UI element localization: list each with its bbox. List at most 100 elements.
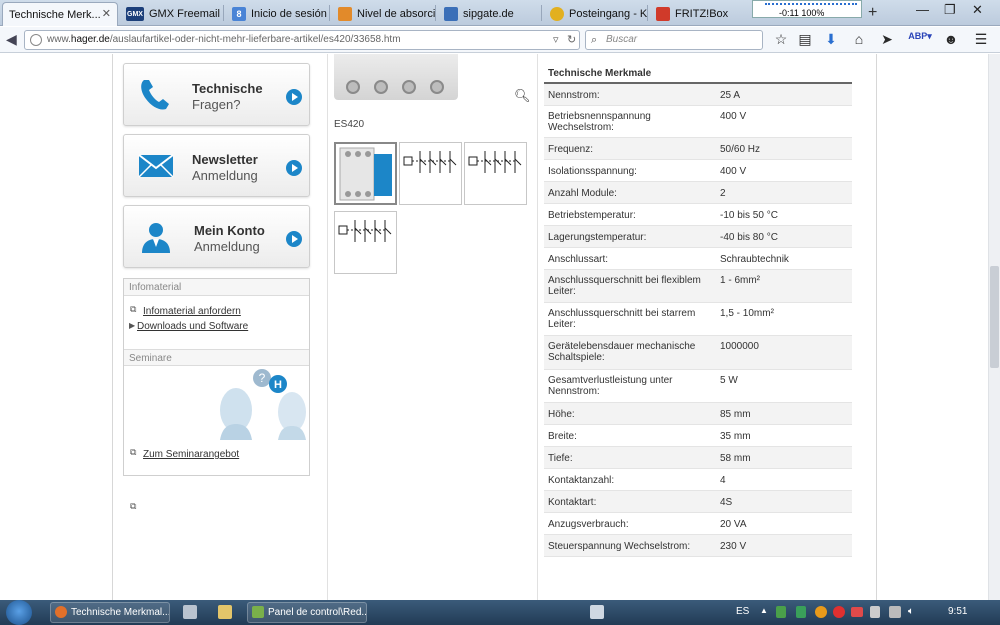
- gmx-icon: GMX: [126, 7, 144, 21]
- tray-network-icon[interactable]: [889, 606, 901, 618]
- column-divider: [537, 54, 538, 600]
- tray-app-icon[interactable]: [870, 606, 880, 618]
- taskbar-item-control-panel[interactable]: Panel de control\Red...: [247, 602, 367, 623]
- mein-konto-button[interactable]: Mein Konto Anmeldung: [123, 205, 310, 268]
- send-icon[interactable]: ➤: [878, 31, 896, 48]
- new-tab-button[interactable]: +: [868, 4, 877, 22]
- start-button[interactable]: [6, 600, 32, 625]
- clock[interactable]: 9:51: [948, 606, 967, 617]
- home-icon[interactable]: ⌂: [850, 31, 868, 47]
- taskbar-item-firefox[interactable]: Technische Merkmal...: [50, 602, 170, 623]
- mail-notification-icon[interactable]: [590, 605, 604, 619]
- tab-technische-merkmale[interactable]: Technische Merk... ✕: [2, 2, 118, 26]
- table-row: Gesamtverlustleistung unter Nennstrom: 5 …: [544, 370, 852, 403]
- downloads-software-link[interactable]: Downloads und Software: [137, 321, 248, 332]
- tab-nivel-absorcion[interactable]: Nivel de absorci...: [332, 2, 436, 26]
- envelope-icon: [138, 154, 174, 178]
- fritzbox-icon: [656, 7, 670, 21]
- addon-icon[interactable]: ABP▾: [908, 31, 932, 42]
- newsletter-button[interactable]: Newsletter Anmeldung: [123, 134, 310, 197]
- browser-tab-bar: Technische Merk... ✕ GMX GMX Freemail - …: [0, 0, 1000, 26]
- tray-app-icon[interactable]: [776, 606, 786, 618]
- tray-app-icon[interactable]: [833, 606, 845, 618]
- tray-app-icon[interactable]: [815, 606, 827, 618]
- web-page: Technische Fragen? Newsletter Anmeldung …: [0, 54, 1000, 600]
- globe-icon: [30, 34, 42, 46]
- table-row: Betriebsnennspannung Wechselstrom: 400 V: [544, 106, 852, 138]
- chat-icon[interactable]: ☻: [942, 31, 960, 47]
- table-row: Nennstrom: 25 A: [544, 84, 852, 106]
- svg-text:?: ?: [259, 371, 266, 385]
- seminarangebot-link[interactable]: Zum Seminarangebot: [143, 449, 239, 460]
- maximize-button[interactable]: ❐: [944, 2, 956, 18]
- tab-title: sipgate.de: [463, 8, 514, 20]
- folder-icon[interactable]: [218, 605, 232, 619]
- downloads-icon[interactable]: ⬇: [822, 31, 840, 48]
- thumbnail-wiring-diagram-2[interactable]: [464, 142, 527, 205]
- url-bar[interactable]: www.hager.de/auslaufartikel-oder-nicht-m…: [24, 30, 580, 50]
- close-tab-icon[interactable]: ✕: [102, 7, 111, 20]
- tab-fritzbox[interactable]: FRITZ!Box: [650, 2, 746, 26]
- infomaterial-anfordern-link[interactable]: Infomaterial anfordern: [143, 306, 241, 317]
- search-icon: ⌕: [591, 34, 598, 46]
- volume-icon[interactable]: 🔈︎: [908, 606, 914, 617]
- tab-inicio-sesion[interactable]: 8 Inicio de sesión ...: [226, 2, 330, 26]
- media-status: -0:11 100%: [779, 8, 825, 18]
- thumbnail-wiring-diagram-3[interactable]: [334, 211, 397, 274]
- phone-icon: [141, 80, 169, 110]
- reload-icon[interactable]: ↻: [567, 31, 576, 49]
- tab-title: Technische Merk...: [9, 8, 101, 21]
- external-link-icon: ⧉: [130, 501, 137, 511]
- thumbnail-product[interactable]: [334, 142, 397, 205]
- button-title: Mein Konto: [194, 223, 265, 238]
- table-row: Gerätelebensdauer mechanische Schaltspie…: [544, 336, 852, 370]
- tab-gmx[interactable]: GMX GMX Freemail - ...: [120, 2, 224, 26]
- tab-posteingang[interactable]: Posteingang - K...: [544, 2, 648, 26]
- search-input[interactable]: ⌕ Buscar: [585, 30, 763, 50]
- button-title: Newsletter: [192, 152, 258, 167]
- technische-fragen-button[interactable]: Technische Fragen?: [123, 63, 310, 126]
- media-player-widget[interactable]: -0:11 100%: [752, 0, 862, 18]
- table-row: Steuerspannung Wechselstrom: 230 V: [544, 535, 852, 557]
- terminal-screw: [402, 80, 416, 94]
- product-image[interactable]: [334, 54, 458, 100]
- thumbnail-wiring-diagram-1[interactable]: [399, 142, 462, 205]
- vertical-scrollbar[interactable]: [988, 54, 1000, 600]
- windows-taskbar: Technische Merkmal... Panel de control\R…: [0, 600, 1000, 625]
- external-link-icon: ⧉: [130, 447, 137, 457]
- mail-icon: [550, 7, 564, 21]
- tray-app-icon[interactable]: [796, 606, 806, 618]
- tab-title: Posteingang - K...: [569, 8, 648, 20]
- arrow-right-icon: ▶: [129, 321, 136, 330]
- zoom-icon[interactable]: 🔍︎: [514, 88, 531, 104]
- close-window-button[interactable]: ✕: [972, 2, 983, 18]
- column-divider: [327, 54, 328, 600]
- show-hidden-icons-icon[interactable]: ▲: [760, 606, 768, 615]
- contactor-thumbnail-image: [339, 147, 392, 201]
- tab-sipgate[interactable]: sipgate.de: [438, 2, 542, 26]
- table-row: Betriebstemperatur: -10 bis 50 °C: [544, 204, 852, 226]
- language-indicator[interactable]: ES: [736, 606, 749, 617]
- table-row: Kontaktanzahl: 4: [544, 469, 852, 491]
- dropdown-arrow-icon[interactable]: ▿: [553, 31, 559, 49]
- button-title: Technische: [192, 81, 263, 96]
- table-row: Anschlussart: Schraubtechnik: [544, 248, 852, 270]
- bookmarks-list-icon[interactable]: ▤: [796, 31, 814, 48]
- play-arrow-icon: [286, 160, 302, 176]
- tray-mail-icon[interactable]: [851, 607, 863, 617]
- tab-separator: [223, 5, 224, 21]
- scrollbar-thumb[interactable]: [990, 266, 999, 368]
- wiring-diagram-image: [338, 220, 392, 242]
- tab-separator: [329, 5, 330, 21]
- menu-icon[interactable]: ☰: [972, 31, 990, 48]
- minimize-button[interactable]: —: [916, 2, 929, 17]
- wiring-diagram-image: [403, 151, 457, 173]
- bookmark-star-icon[interactable]: ☆: [772, 31, 790, 48]
- table-row: Kontaktart: 4S: [544, 491, 852, 513]
- back-button[interactable]: ◀: [6, 31, 17, 48]
- table-row: Tiefe: 58 mm: [544, 447, 852, 469]
- network-icon[interactable]: [183, 605, 197, 619]
- terminal-screw: [430, 80, 444, 94]
- table-row: Anzugsverbrauch: 20 VA: [544, 513, 852, 535]
- firefox-icon: [55, 606, 67, 618]
